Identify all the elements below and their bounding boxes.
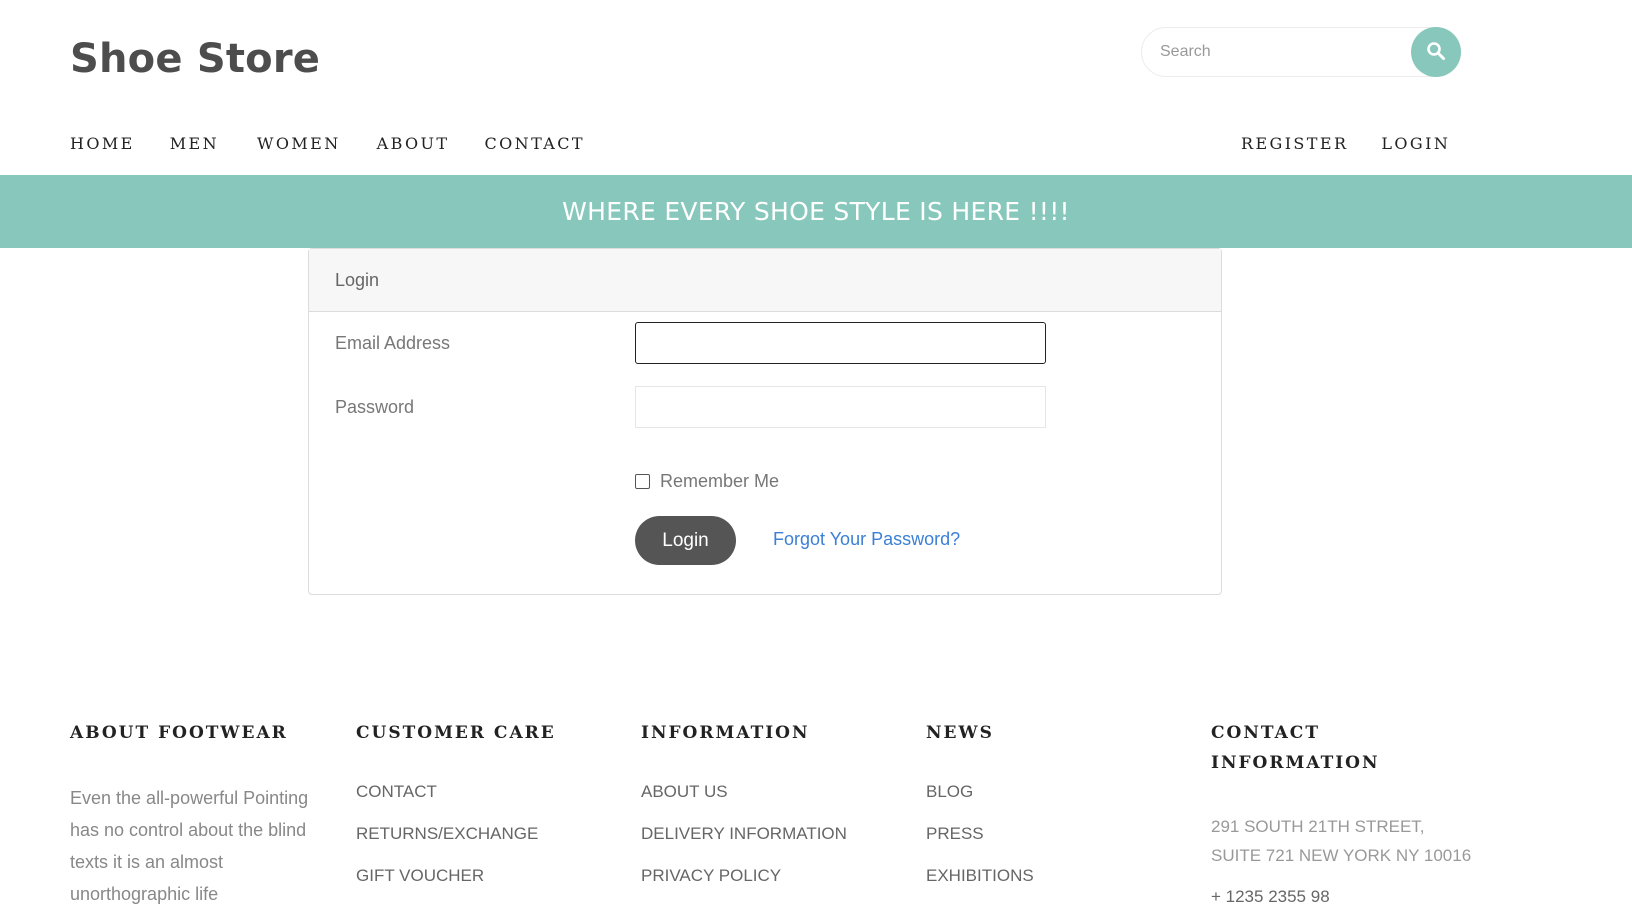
search-icon (1426, 41, 1446, 64)
footer-heading-news: NEWS (926, 723, 994, 743)
login-card: Login Email Address Password Remember Me… (308, 248, 1222, 595)
main-nav: HOME MEN WOMEN ABOUT CONTACT (70, 134, 585, 153)
footer-link-exhibitions[interactable]: EXHIBITIONS (926, 866, 1034, 886)
footer-link-blog[interactable]: BLOG (926, 782, 1034, 802)
nav-register[interactable]: REGISTER (1241, 134, 1348, 153)
account-nav: REGISTER LOGIN (1241, 134, 1450, 153)
footer-link-privacy[interactable]: PRIVACY POLICY (641, 866, 847, 886)
footer-customer-care: CUSTOMER CARE CONTACT RETURNS/EXCHANGE G… (356, 718, 556, 908)
footer-heading-customer-care: CUSTOMER CARE (356, 723, 556, 743)
password-label: Password (335, 397, 415, 417)
banner-text: WHERE EVERY SHOE STYLE IS HERE !!!! (562, 197, 1070, 226)
footer-contact: CONTACT INFORMATION 291 SOUTH 21TH STREE… (1211, 718, 1471, 911)
footer-link-press[interactable]: PRESS (926, 824, 1034, 844)
footer-heading-contact-line2: INFORMATION (1211, 753, 1380, 773)
footer-heading-information: INFORMATION (641, 723, 810, 743)
footer-link-delivery[interactable]: DELIVERY INFORMATION (641, 824, 847, 844)
remember-me-checkbox[interactable] (635, 474, 650, 489)
nav-about[interactable]: ABOUT (377, 134, 450, 153)
footer-news: NEWS BLOG PRESS EXHIBITIONS (926, 718, 1034, 908)
footer-address-line2: SUITE 721 NEW YORK NY 10016 (1211, 846, 1472, 865)
search-input[interactable] (1158, 28, 1398, 76)
email-label: Email Address (335, 333, 451, 353)
password-field[interactable] (635, 386, 1046, 428)
footer-address-line1: 291 SOUTH 21TH STREET, (1211, 817, 1425, 836)
footer-phone[interactable]: + 1235 2355 98 (1211, 882, 1471, 911)
footer-link-returns[interactable]: RETURNS/EXCHANGE (356, 824, 556, 844)
footer-link-about-us[interactable]: ABOUT US (641, 782, 847, 802)
footer-information: INFORMATION ABOUT US DELIVERY INFORMATIO… (641, 718, 847, 908)
remember-me-label[interactable]: Remember Me (660, 471, 779, 492)
nav-contact[interactable]: CONTACT (485, 134, 585, 153)
footer-about: ABOUT FOOTWEAR Even the all-powerful Poi… (70, 718, 320, 910)
nav-women[interactable]: WOMEN (257, 134, 341, 153)
login-card-title: Login (335, 269, 380, 290)
login-card-header: Login (309, 249, 1221, 312)
site-logo[interactable]: Shoe Store (70, 36, 320, 82)
forgot-password-link[interactable]: Forgot Your Password? (773, 529, 960, 550)
nav-men[interactable]: MEN (170, 134, 219, 153)
footer-link-contact[interactable]: CONTACT (356, 782, 556, 802)
nav-login[interactable]: LOGIN (1381, 134, 1450, 153)
search-button[interactable] (1411, 27, 1461, 77)
login-submit-button[interactable]: Login (635, 516, 736, 565)
footer-heading-contact: CONTACT INFORMATION (1211, 718, 1471, 778)
remember-me: Remember Me (635, 471, 779, 492)
promo-banner: WHERE EVERY SHOE STYLE IS HERE !!!! (0, 175, 1632, 248)
footer-about-text: Even the all-powerful Pointing has no co… (70, 788, 309, 904)
footer-heading-about: ABOUT FOOTWEAR (70, 723, 288, 743)
footer-heading-contact-line1: CONTACT (1211, 723, 1320, 743)
footer-link-gift-voucher[interactable]: GIFT VOUCHER (356, 866, 556, 886)
email-field[interactable] (635, 322, 1046, 364)
nav-home[interactable]: HOME (70, 134, 135, 153)
